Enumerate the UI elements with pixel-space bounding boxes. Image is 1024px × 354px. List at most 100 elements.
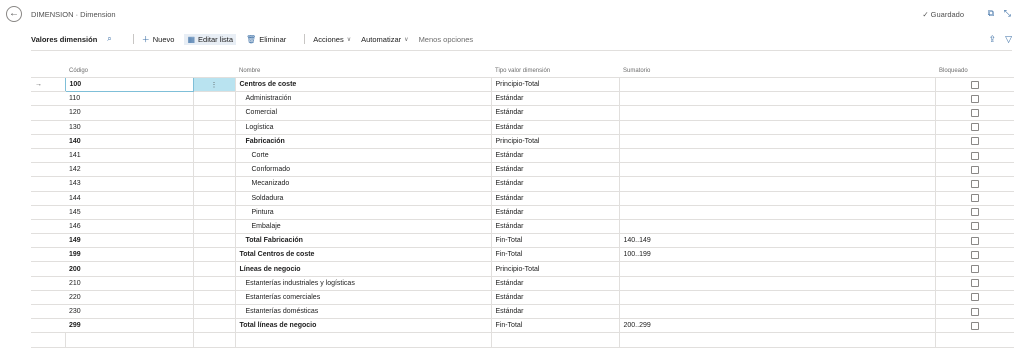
totaling-cell[interactable] — [619, 261, 936, 277]
code-cell[interactable]: 143 — [65, 176, 194, 192]
type-cell[interactable]: Estándar — [491, 191, 620, 206]
row-menu-cell[interactable] — [193, 205, 236, 220]
table-row[interactable]: 146 Embalaje Estándar — [31, 219, 1014, 235]
blocked-checkbox[interactable] — [970, 80, 979, 89]
totaling-cell[interactable] — [619, 332, 936, 348]
code-cell[interactable]: 149 — [65, 233, 194, 249]
type-cell[interactable]: Estándar — [491, 105, 620, 121]
share-icon[interactable]: ⇪ — [989, 34, 997, 45]
type-cell[interactable]: Estándar — [491, 120, 620, 135]
code-cell[interactable]: 220 — [65, 290, 194, 306]
name-cell[interactable]: Total Centros de coste — [235, 247, 492, 263]
name-cell[interactable]: Líneas de negocio — [235, 261, 492, 277]
blocked-checkbox[interactable] — [970, 265, 979, 274]
totaling-cell[interactable] — [619, 205, 936, 220]
name-cell[interactable]: Centros de coste — [235, 77, 492, 93]
totaling-cell[interactable] — [619, 162, 936, 178]
name-cell[interactable]: Conformado — [235, 162, 492, 178]
blocked-checkbox[interactable] — [970, 123, 979, 132]
name-cell[interactable]: Soldadura — [235, 191, 492, 206]
totaling-cell[interactable] — [619, 176, 936, 192]
totaling-cell[interactable] — [619, 219, 936, 235]
table-row[interactable]: 299 Total líneas de negocio Fin-Total 200..… — [31, 318, 1014, 334]
totaling-cell[interactable] — [619, 191, 936, 206]
code-cell[interactable]: 199 — [65, 247, 194, 263]
code-column-header[interactable]: Código — [65, 64, 193, 78]
type-column-header[interactable]: Tipo valor dimensión — [491, 64, 619, 78]
name-column-header[interactable]: Nombre — [235, 64, 491, 78]
type-cell[interactable]: Fin-Total — [491, 233, 620, 249]
type-cell[interactable]: Fin-Total — [491, 247, 620, 263]
table-row[interactable]: 230 Estanterías domésticas Estándar — [31, 304, 1014, 320]
table-row[interactable]: 149 Total Fabricación Fin-Total 140..149 — [31, 233, 1014, 249]
table-row[interactable]: 140 Fabricación Principio-Total — [31, 134, 1014, 149]
table-row[interactable]: 145 Pintura Estándar — [31, 205, 1014, 220]
code-cell[interactable]: 142 — [65, 162, 194, 178]
blocked-checkbox[interactable] — [970, 250, 979, 259]
blocked-checkbox[interactable] — [970, 321, 979, 330]
type-cell[interactable]: Fin-Total — [491, 318, 620, 334]
name-cell[interactable]: Mecanizado — [235, 176, 492, 192]
blocked-checkbox[interactable] — [970, 179, 979, 188]
totaling-cell[interactable]: 140..149 — [619, 233, 936, 249]
code-cell[interactable]: 144 — [65, 191, 194, 206]
type-cell[interactable]: Estándar — [491, 205, 620, 220]
code-cell[interactable]: 100 — [64, 76, 194, 93]
code-cell[interactable]: 140 — [65, 134, 194, 149]
totaling-cell[interactable] — [619, 276, 936, 291]
name-cell[interactable]: Comercial — [235, 105, 492, 121]
row-menu-cell[interactable] — [193, 91, 236, 107]
totaling-cell[interactable] — [619, 134, 936, 149]
new-button[interactable]: ＋ Nuevo — [142, 34, 175, 45]
blocked-column-header[interactable]: Bloqueado — [935, 64, 1014, 78]
type-cell[interactable]: Estándar — [491, 162, 620, 178]
name-cell[interactable]: Total Fabricación — [235, 233, 492, 249]
blocked-checkbox[interactable] — [970, 307, 979, 316]
code-cell[interactable] — [65, 332, 194, 348]
blocked-checkbox[interactable] — [970, 94, 979, 103]
name-cell[interactable] — [235, 332, 492, 348]
blocked-checkbox[interactable] — [970, 279, 979, 288]
type-cell[interactable] — [491, 332, 620, 348]
type-cell[interactable]: Estándar — [491, 276, 620, 291]
row-menu-cell[interactable] — [193, 148, 236, 164]
name-cell[interactable]: Estanterías comerciales — [235, 290, 492, 306]
row-menu-cell[interactable] — [193, 233, 236, 249]
table-row[interactable]: → 100 ⋮ Centros de coste Principio-Total — [31, 76, 1014, 93]
totaling-column-header[interactable]: Sumatorio — [619, 64, 935, 78]
search-button[interactable]: ⌕ — [107, 34, 114, 44]
name-cell[interactable]: Total líneas de negocio — [235, 318, 492, 334]
totaling-cell[interactable]: 100..199 — [619, 247, 936, 263]
totaling-cell[interactable] — [619, 120, 936, 135]
row-menu-cell[interactable]: ⋮ — [193, 77, 236, 93]
type-cell[interactable]: Estándar — [491, 290, 620, 306]
table-row[interactable]: 210 Estanterías industriales y logísticas… — [31, 276, 1014, 291]
blocked-checkbox[interactable] — [970, 165, 979, 174]
table-row[interactable]: 120 Comercial Estándar — [31, 105, 1014, 121]
name-cell[interactable]: Fabricación — [235, 134, 492, 149]
blocked-checkbox[interactable] — [970, 137, 979, 146]
type-cell[interactable]: Estándar — [491, 304, 620, 320]
row-menu-cell[interactable] — [193, 176, 236, 192]
blocked-checkbox[interactable] — [970, 108, 979, 117]
table-row[interactable]: 200 Líneas de negocio Principio-Total — [31, 261, 1014, 277]
blocked-checkbox[interactable] — [970, 293, 979, 302]
table-row[interactable]: 144 Soldadura Estándar — [31, 191, 1014, 206]
totaling-cell[interactable] — [619, 148, 936, 164]
table-row[interactable]: 141 Corte Estándar — [31, 148, 1014, 164]
row-menu-cell[interactable] — [193, 332, 236, 348]
name-cell[interactable]: Pintura — [235, 205, 492, 220]
totaling-cell[interactable]: 200..299 — [619, 318, 936, 334]
name-cell[interactable]: Administración — [235, 91, 492, 107]
code-cell[interactable]: 145 — [65, 205, 194, 220]
row-menu-cell[interactable] — [193, 120, 236, 135]
row-menu-cell[interactable] — [193, 162, 236, 178]
table-row[interactable]: 199 Total Centros de coste Fin-Total 100..1… — [31, 247, 1014, 263]
name-cell[interactable]: Estanterías industriales y logísticas — [235, 276, 492, 291]
type-cell[interactable]: Principio-Total — [491, 261, 620, 277]
code-cell[interactable]: 299 — [65, 318, 194, 334]
name-cell[interactable]: Logística — [235, 120, 492, 135]
row-menu-cell[interactable] — [193, 290, 236, 306]
table-row[interactable]: 220 Estanterías comerciales Estándar — [31, 290, 1014, 306]
filter-icon[interactable]: ▽ — [1005, 34, 1012, 45]
